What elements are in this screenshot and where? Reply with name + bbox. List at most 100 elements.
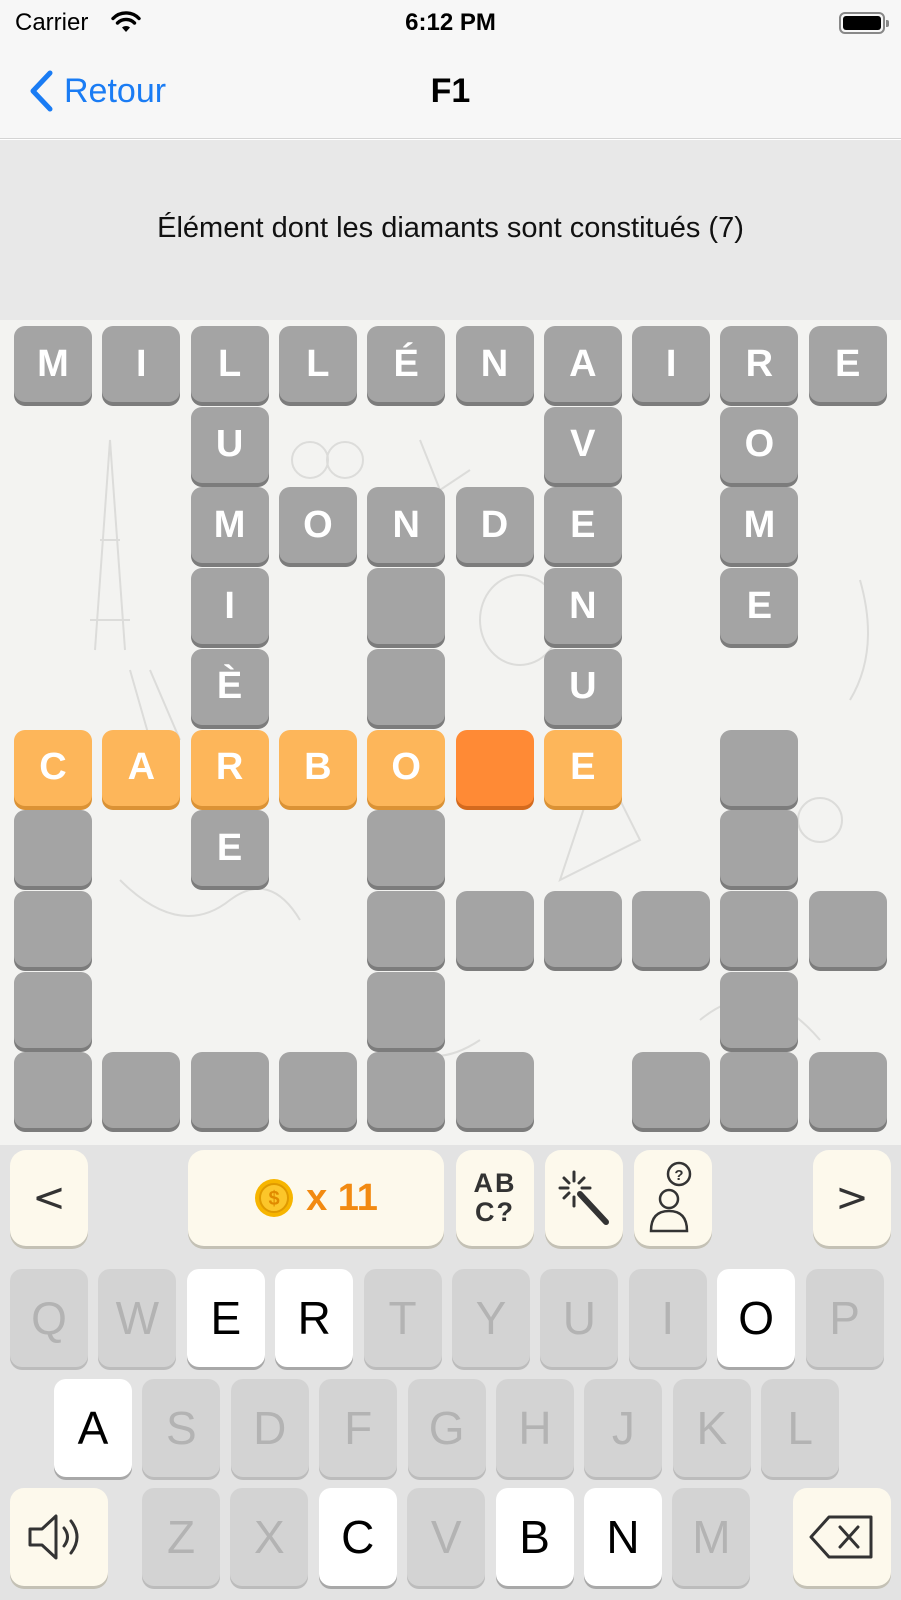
key-z[interactable]: Z xyxy=(142,1488,220,1586)
grid-cell-r1-c6[interactable]: V xyxy=(543,406,622,483)
grid-cell-r5-c0[interactable]: C xyxy=(14,729,92,806)
grid-cell-r6-c2[interactable]: E xyxy=(190,810,269,887)
speaker-icon xyxy=(28,1514,79,1560)
grid-cell-r0-c0[interactable]: M xyxy=(14,326,92,402)
key-s[interactable]: S xyxy=(142,1379,221,1477)
key-j[interactable]: J xyxy=(584,1379,663,1477)
grid-cell-r7-c8[interactable] xyxy=(720,890,799,967)
grid-cell-r9-c1[interactable] xyxy=(102,1052,181,1129)
grid-cell-r2-c3[interactable]: O xyxy=(278,487,357,564)
grid-cell-r7-c0[interactable] xyxy=(14,890,92,967)
grid-cell-r7-c6[interactable] xyxy=(543,890,622,967)
next-word-button[interactable]: > xyxy=(813,1150,891,1246)
grid-cell-r2-c4[interactable]: N xyxy=(367,487,446,564)
reveal-letter-button[interactable]: AB C? xyxy=(456,1150,534,1246)
grid-cell-r8-c8[interactable] xyxy=(720,971,799,1048)
key-l[interactable]: L xyxy=(761,1379,840,1477)
grid-cell-r8-c0[interactable] xyxy=(14,971,92,1048)
key-t[interactable]: T xyxy=(363,1269,442,1367)
grid-cell-r5-c1[interactable]: A xyxy=(102,729,181,806)
page-title: F1 xyxy=(430,72,471,110)
grid-cell-r1-c2[interactable]: U xyxy=(190,406,269,483)
grid-cell-r5-c8[interactable] xyxy=(720,729,799,806)
grid-cell-r3-c2[interactable]: I xyxy=(190,568,269,645)
key-a[interactable]: A xyxy=(54,1379,132,1477)
key-m[interactable]: M xyxy=(672,1488,751,1586)
grid-cell-r7-c5[interactable] xyxy=(455,890,534,967)
grid-cell-r5-c3[interactable]: B xyxy=(278,729,357,806)
grid-cell-r7-c9[interactable] xyxy=(808,890,887,967)
grid-cell-r2-c2[interactable]: M xyxy=(190,487,269,564)
key-d[interactable]: D xyxy=(230,1379,309,1477)
key-h[interactable]: H xyxy=(496,1379,574,1477)
key-q[interactable]: Q xyxy=(10,1269,88,1367)
key-w[interactable]: W xyxy=(98,1269,177,1367)
grid-cell-r5-c5[interactable] xyxy=(455,729,534,806)
key-g[interactable]: G xyxy=(407,1379,486,1477)
key-b[interactable]: B xyxy=(495,1488,574,1586)
grid-cell-r4-c2[interactable]: È xyxy=(190,648,269,725)
key-y[interactable]: Y xyxy=(452,1269,530,1367)
grid-cell-r2-c6[interactable]: E xyxy=(543,487,622,564)
key-n[interactable]: N xyxy=(584,1488,662,1586)
grid-cell-r0-c9[interactable]: E xyxy=(808,326,887,402)
grid-cell-r2-c8[interactable]: M xyxy=(720,487,799,564)
grid-cell-r5-c6[interactable]: E xyxy=(543,729,622,806)
grid-cell-r0-c6[interactable]: A xyxy=(543,326,622,402)
grid-cell-r0-c2[interactable]: L xyxy=(190,326,269,402)
grid-cell-r9-c4[interactable] xyxy=(367,1052,446,1129)
grid-cell-r9-c9[interactable] xyxy=(808,1052,887,1129)
grid-cell-r6-c8[interactable] xyxy=(720,810,799,887)
grid-cell-r7-c4[interactable] xyxy=(367,890,446,967)
grid-cell-r0-c3[interactable]: L xyxy=(278,326,357,402)
key-e[interactable]: E xyxy=(186,1269,265,1367)
grid-cell-r9-c0[interactable] xyxy=(14,1052,92,1129)
grid-cell-r9-c5[interactable] xyxy=(455,1052,534,1129)
grid-cell-r4-c4[interactable] xyxy=(367,648,446,725)
grid-cell-r1-c8[interactable]: O xyxy=(720,406,799,483)
delete-button[interactable] xyxy=(793,1488,891,1586)
grid-cell-r4-c6[interactable]: U xyxy=(543,648,622,725)
grid-cell-r7-c7[interactable] xyxy=(632,890,711,967)
key-f[interactable]: F xyxy=(319,1379,398,1477)
grid-cell-r9-c2[interactable] xyxy=(190,1052,269,1129)
previous-word-button[interactable]: < xyxy=(10,1150,88,1246)
grid-cell-r0-c4[interactable]: É xyxy=(367,326,446,402)
magic-wand-icon xyxy=(558,1170,609,1225)
sound-toggle-button[interactable] xyxy=(10,1488,108,1586)
coins-count: x 11 xyxy=(306,1176,378,1219)
coins-button[interactable]: $ x 11 xyxy=(188,1150,444,1246)
ask-friend-button[interactable]: ? xyxy=(634,1150,712,1246)
grid-cell-r9-c3[interactable] xyxy=(278,1052,357,1129)
status-bar: Carrier 6:12 PM xyxy=(0,0,901,46)
clue-text: Élément dont les diamants sont constitué… xyxy=(157,212,744,244)
key-k[interactable]: K xyxy=(672,1379,751,1477)
key-x[interactable]: X xyxy=(230,1488,309,1586)
magic-wand-button[interactable] xyxy=(545,1150,623,1246)
key-o[interactable]: O xyxy=(717,1269,796,1367)
grid-cell-r3-c6[interactable]: N xyxy=(543,568,622,645)
abc-hint-icon: AB C? xyxy=(474,1169,517,1227)
grid-cell-r9-c7[interactable] xyxy=(632,1052,711,1129)
grid-cell-r0-c5[interactable]: N xyxy=(455,326,534,402)
key-c[interactable]: C xyxy=(318,1488,397,1586)
grid-cell-r6-c0[interactable] xyxy=(14,810,92,887)
grid-cell-r5-c4[interactable]: O xyxy=(367,729,446,806)
key-u[interactable]: U xyxy=(540,1269,619,1367)
key-p[interactable]: P xyxy=(805,1269,884,1367)
key-v[interactable]: V xyxy=(407,1488,486,1586)
grid-cell-r6-c4[interactable] xyxy=(367,810,446,887)
grid-cell-r3-c8[interactable]: E xyxy=(720,568,799,645)
grid-cell-r0-c1[interactable]: I xyxy=(102,326,181,402)
grid-cell-r9-c8[interactable] xyxy=(720,1052,799,1129)
key-r[interactable]: R xyxy=(275,1269,354,1367)
grid-cell-r3-c4[interactable] xyxy=(367,568,446,645)
svg-text:$: $ xyxy=(269,1188,280,1210)
grid-cell-r5-c2[interactable]: R xyxy=(190,729,269,806)
grid-cell-r8-c4[interactable] xyxy=(367,971,446,1048)
grid-cell-r0-c7[interactable]: I xyxy=(632,326,711,402)
grid-cell-r0-c8[interactable]: R xyxy=(720,326,799,402)
navigation-bar: Retour F1 xyxy=(0,46,901,139)
key-i[interactable]: I xyxy=(628,1269,707,1367)
grid-cell-r2-c5[interactable]: D xyxy=(455,487,534,564)
